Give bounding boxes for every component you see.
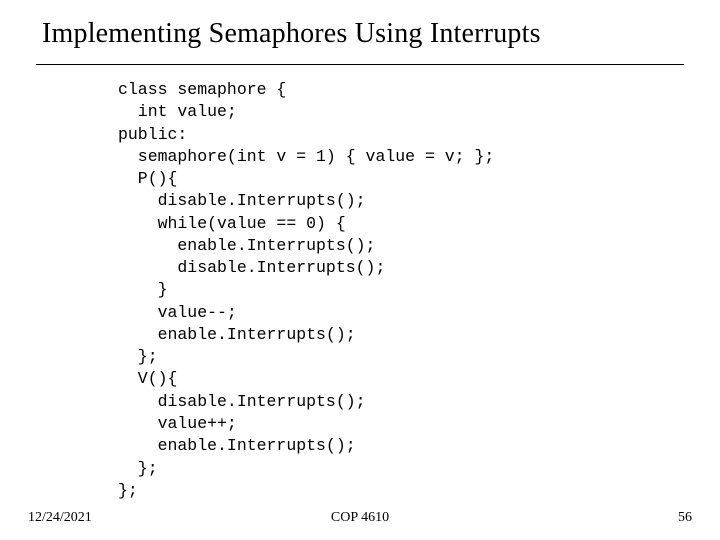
footer-page-number: 56 — [678, 510, 692, 526]
slide-title: Implementing Semaphores Using Interrupts — [36, 18, 684, 65]
footer-date: 12/24/2021 — [28, 510, 92, 526]
code-block: class semaphore { int value; public: sem… — [118, 79, 684, 502]
slide: Implementing Semaphores Using Interrupts… — [0, 0, 720, 540]
footer-course: COP 4610 — [331, 510, 389, 526]
